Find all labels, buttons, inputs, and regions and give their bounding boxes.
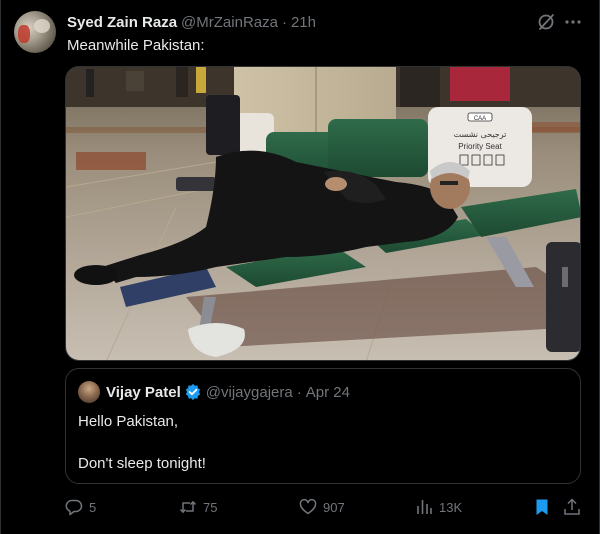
repost-count: 75: [203, 499, 218, 515]
views-button[interactable]: 13K: [415, 496, 462, 518]
tweet[interactable]: Syed Zain Raza @MrZainRaza · 21h Meanwhi…: [0, 0, 600, 534]
bookmark-button[interactable]: [533, 496, 551, 518]
verified-badge-icon: [185, 383, 200, 401]
separator: ·: [281, 13, 287, 31]
views-count: 13K: [439, 499, 463, 515]
avatar[interactable]: [14, 11, 56, 53]
repost-icon: [179, 500, 197, 514]
bookmark-icon: [536, 499, 548, 515]
reply-button[interactable]: 5: [65, 496, 96, 518]
quote-avatar[interactable]: [78, 381, 100, 403]
views-icon: [417, 500, 432, 514]
airport-photo: CAA ترجیحی نشست Priority Seat: [66, 67, 580, 360]
tweet-text: Meanwhile Pakistan:: [67, 37, 205, 54]
author-handle[interactable]: @MrZainRaza: [181, 14, 278, 31]
grok-icon[interactable]: [537, 13, 555, 31]
more-icon[interactable]: [563, 13, 583, 31]
quote-date[interactable]: Apr 24: [306, 384, 350, 401]
reply-count: 5: [89, 499, 97, 515]
quote-text-line-2: Don't sleep tonight!: [78, 455, 206, 472]
quote-text-line-1: Hello Pakistan,: [78, 413, 179, 430]
tweet-photo[interactable]: CAA ترجیحی نشست Priority Seat: [65, 66, 581, 361]
like-button[interactable]: 907: [299, 496, 345, 518]
like-icon: [299, 498, 317, 515]
timestamp[interactable]: 21h: [291, 14, 316, 31]
like-count: 907: [323, 499, 345, 515]
reply-icon: [65, 499, 83, 516]
share-icon: [564, 498, 580, 515]
author-name[interactable]: Syed Zain Raza: [67, 14, 177, 31]
quote-author-handle[interactable]: @vijaygajera: [206, 384, 293, 401]
share-button[interactable]: [563, 496, 581, 518]
sign-urdu: ترجیحی نشست: [454, 130, 507, 139]
tweet-header: Syed Zain Raza @MrZainRaza · 21h: [67, 12, 316, 32]
quoted-tweet[interactable]: Vijay Patel @vijaygajera · Apr 24 Hello …: [65, 368, 581, 484]
quote-header: Vijay Patel @vijaygajera · Apr 24: [106, 382, 350, 402]
sign-org: CAA: [474, 116, 486, 122]
quote-separator: ·: [296, 383, 302, 401]
repost-button[interactable]: 75: [179, 496, 217, 518]
quote-author-name[interactable]: Vijay Patel: [106, 384, 181, 401]
sign-label: Priority Seat: [458, 142, 502, 151]
action-bar: 5 75 907 13K: [1, 496, 600, 518]
